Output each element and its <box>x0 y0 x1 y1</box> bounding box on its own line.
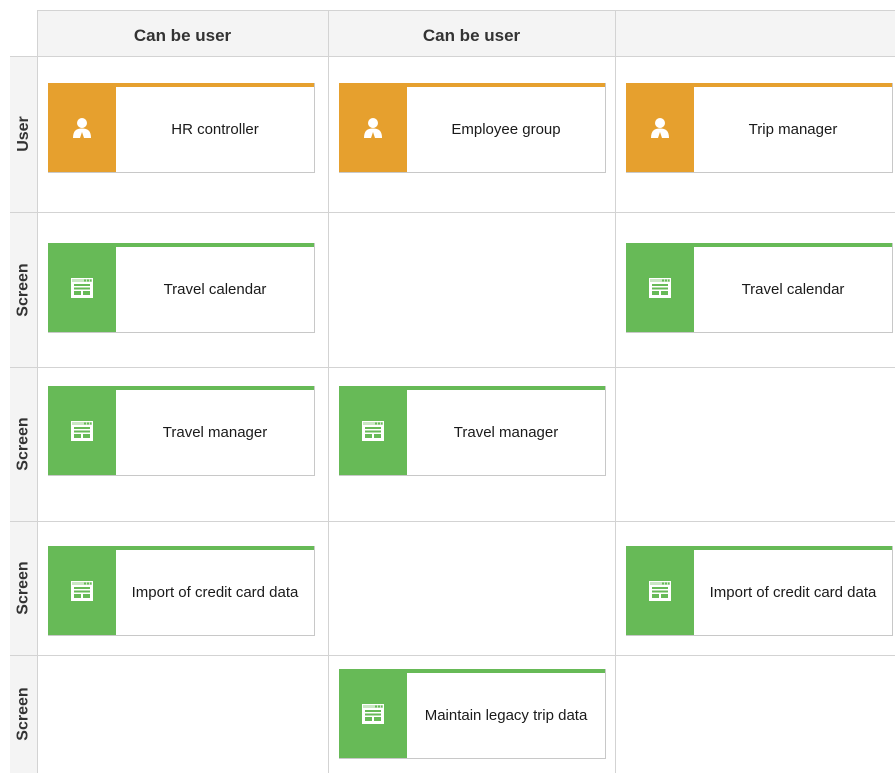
screen-icon <box>339 669 407 758</box>
row-header-label: Screen <box>14 417 32 471</box>
screen-card[interactable]: Travel calendar <box>626 243 893 333</box>
row-header: User <box>10 56 37 212</box>
grid-line <box>328 10 329 773</box>
card-label: Travel calendar <box>163 280 267 298</box>
row-header: Screen <box>10 521 37 655</box>
screen-card[interactable]: Travel manager <box>339 386 606 476</box>
card-label: Trip manager <box>748 120 838 138</box>
screen-card[interactable]: Import of credit card data <box>626 546 893 636</box>
card-label: HR controller <box>171 120 259 138</box>
grid-line <box>10 521 895 522</box>
grid-line <box>615 10 616 773</box>
row-header: Screen <box>10 367 37 521</box>
row-header: Screen <box>10 212 37 367</box>
grid-line <box>10 56 895 57</box>
grid-line <box>37 10 38 773</box>
grid-line <box>10 655 895 656</box>
row-header-label: Screen <box>14 262 32 317</box>
user-card[interactable]: Employee group <box>339 83 606 173</box>
matrix-diagram: Can be user Can be user User Screen Screen Sc… <box>0 0 895 773</box>
screen-icon <box>48 546 116 635</box>
row-header-label: User <box>14 116 32 152</box>
person-icon <box>339 83 407 172</box>
column-header: Can be user <box>133 26 232 45</box>
person-icon <box>626 83 694 172</box>
screen-icon <box>339 386 407 475</box>
person-icon <box>48 83 116 172</box>
grid-line <box>10 367 895 368</box>
card-label: Travel manager <box>453 423 559 441</box>
card-label: Travel calendar <box>741 280 845 298</box>
screen-card[interactable]: Import of credit card data <box>48 546 315 636</box>
row-header-label: Screen <box>14 687 32 741</box>
user-card[interactable]: Trip manager <box>626 83 893 173</box>
card-label: Employee group <box>451 120 561 138</box>
column-header: Can be user <box>422 26 521 45</box>
screen-icon <box>626 546 694 635</box>
card-label: Import of credit card data <box>709 583 877 601</box>
row-header-label: Screen <box>14 561 32 615</box>
card-label: Travel manager <box>162 423 268 441</box>
row-header: Screen <box>10 655 37 773</box>
screen-icon <box>48 243 116 332</box>
grid-line <box>10 212 895 213</box>
screen-icon <box>48 386 116 475</box>
screen-card[interactable]: Maintain legacy trip data <box>339 669 606 759</box>
screen-card[interactable]: Travel calendar <box>48 243 315 333</box>
card-label: Maintain legacy trip data <box>424 706 588 724</box>
screen-card[interactable]: Travel manager <box>48 386 315 476</box>
user-card[interactable]: HR controller <box>48 83 315 173</box>
screen-icon <box>626 243 694 332</box>
card-label: Import of credit card data <box>131 583 299 601</box>
column-header <box>615 10 895 56</box>
